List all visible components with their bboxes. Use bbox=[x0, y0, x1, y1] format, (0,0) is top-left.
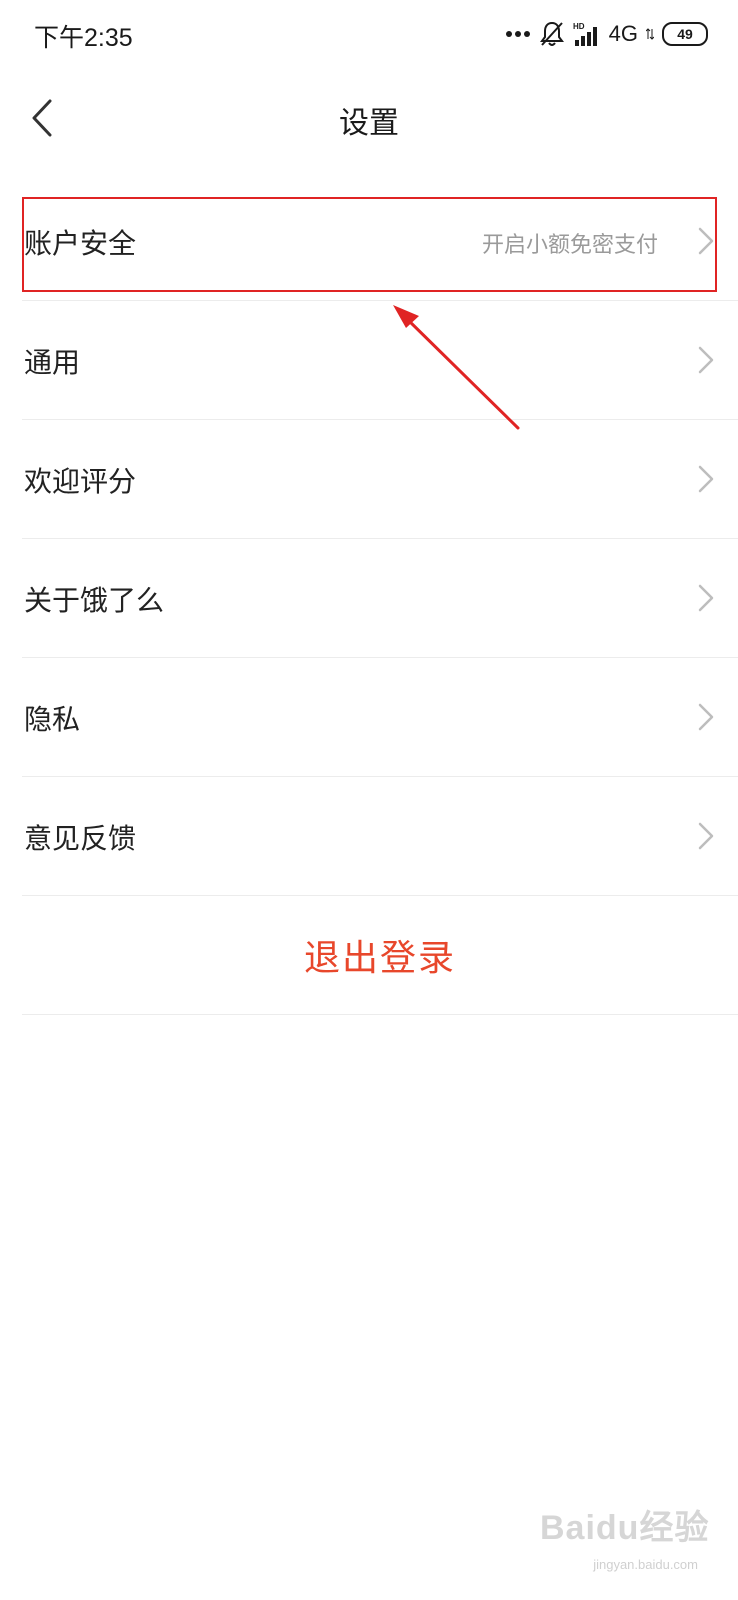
more-dots-icon bbox=[505, 31, 530, 37]
nav-bar: 设置 bbox=[0, 78, 738, 158]
row-label: 通用 bbox=[24, 346, 81, 379]
chevron-right-icon bbox=[698, 465, 714, 493]
status-time: 下午2:35 bbox=[34, 24, 133, 52]
data-arrows-icon bbox=[646, 28, 654, 40]
page-title: 设置 bbox=[339, 106, 399, 141]
settings-row-privacy[interactable]: 隐私 bbox=[22, 658, 738, 777]
row-label: 账户安全 bbox=[24, 227, 137, 260]
row-label: 关于饿了么 bbox=[24, 584, 165, 617]
row-label: 隐私 bbox=[24, 703, 81, 736]
chevron-right-icon bbox=[698, 584, 714, 612]
logout-button[interactable]: 退出登录 bbox=[22, 896, 738, 1015]
row-label: 欢迎评分 bbox=[24, 465, 137, 498]
settings-row-feedback[interactable]: 意见反馈 bbox=[22, 777, 738, 896]
svg-text:HD: HD bbox=[573, 22, 585, 31]
watermark-url: jingyan.baidu.com bbox=[593, 1557, 698, 1572]
settings-list: 账户安全 开启小额免密支付 通用 欢迎评分 关于饿了么 隐私 意见反馈 退出登录 bbox=[22, 182, 738, 1015]
baidu-watermark: Baidu经验 jingyan.baidu.com bbox=[540, 1500, 708, 1572]
chevron-right-icon bbox=[698, 822, 714, 850]
status-icons: HD 4G 49 bbox=[505, 18, 708, 50]
settings-row-general[interactable]: 通用 bbox=[22, 301, 738, 420]
logout-label: 退出登录 bbox=[303, 938, 456, 979]
chevron-right-icon bbox=[698, 703, 714, 731]
chevron-right-icon bbox=[698, 227, 714, 255]
battery-level: 49 bbox=[677, 26, 693, 42]
settings-row-about[interactable]: 关于饿了么 bbox=[22, 539, 738, 658]
bell-muted-icon bbox=[539, 21, 564, 46]
settings-row-rate[interactable]: 欢迎评分 bbox=[22, 420, 738, 539]
status-bar: 下午2:35 HD 4G 49 bbox=[0, 0, 738, 70]
signal-icon: HD bbox=[573, 22, 597, 46]
battery-icon: 49 bbox=[662, 22, 708, 46]
chevron-right-icon bbox=[698, 346, 714, 374]
row-value: 开启小额免密支付 bbox=[481, 233, 658, 258]
network-label: 4G bbox=[608, 21, 638, 46]
settings-row-account-security[interactable]: 账户安全 开启小额免密支付 bbox=[22, 182, 738, 301]
watermark-brand: Baidu经验 bbox=[540, 1509, 710, 1547]
row-label: 意见反馈 bbox=[24, 822, 137, 855]
